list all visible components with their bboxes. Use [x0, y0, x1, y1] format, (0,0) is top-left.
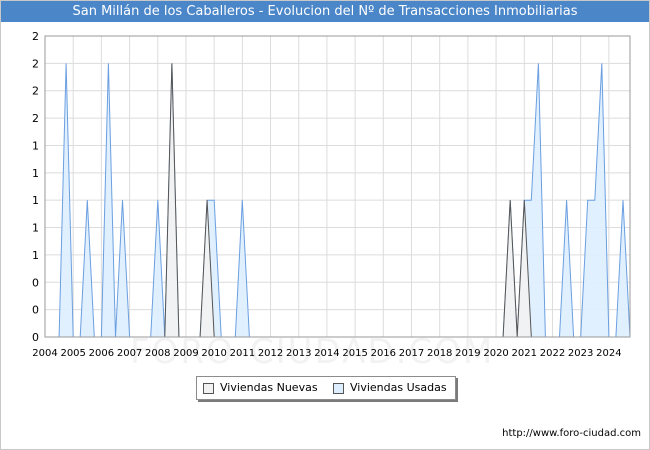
x-tick-label: 2023	[568, 348, 593, 359]
x-axis-tick-labels: 2004 2005 2006 2007 2008 2009 2010 2011 2012 2013…	[32, 348, 621, 359]
x-tick-label: 2008	[145, 348, 170, 359]
x-tick-label: 2022	[540, 348, 565, 359]
x-tick-label: 2019	[455, 348, 480, 359]
y-tick-label: 0	[32, 276, 39, 289]
legend: Viviendas Nuevas Viviendas Usadas	[196, 376, 456, 400]
x-tick-label: 2018	[427, 348, 452, 359]
x-tick-label: 2017	[399, 348, 424, 359]
y-tick-label: 2	[32, 85, 39, 98]
y-tick-label: 2	[32, 112, 39, 125]
x-tick-label: 2015	[342, 348, 367, 359]
x-tick-label: 2005	[60, 348, 85, 359]
x-tick-label: 2024	[596, 348, 621, 359]
x-tick-label: 2006	[89, 348, 114, 359]
y-tick-label: 1	[32, 249, 39, 262]
x-tick-label: 2016	[371, 348, 396, 359]
y-tick-label: 2	[32, 30, 39, 43]
x-tick-label: 2013	[286, 348, 311, 359]
x-tick-label: 2007	[117, 348, 142, 359]
legend-label-usadas: Viviendas Usadas	[350, 381, 447, 394]
legend-swatch-nuevas	[203, 383, 214, 394]
x-tick-label: 2021	[512, 348, 537, 359]
y-axis-tick-labels: 0 0 0 1 1 1 1 1 2 2 2 2	[32, 30, 39, 344]
y-tick-label: 1	[32, 139, 39, 152]
y-tick-label: 1	[32, 194, 39, 207]
x-tick-label: 2014	[314, 348, 339, 359]
y-tick-label: 0	[32, 331, 39, 344]
y-tick-label: 0	[32, 304, 39, 317]
y-tick-label: 1	[32, 167, 39, 180]
x-tick-label: 2011	[230, 348, 255, 359]
legend-swatch-usadas	[333, 383, 344, 394]
x-tick-label: 2010	[201, 348, 226, 359]
x-tick-label: 2009	[173, 348, 198, 359]
y-tick-label: 1	[32, 222, 39, 235]
legend-label-nuevas: Viviendas Nuevas	[220, 381, 318, 394]
x-tick-label: 2004	[32, 348, 57, 359]
y-tick-label: 2	[32, 57, 39, 70]
x-tick-label: 2020	[483, 348, 508, 359]
credit-url[interactable]: http://www.foro-ciudad.com	[502, 428, 641, 439]
x-tick-label: 2012	[258, 348, 283, 359]
